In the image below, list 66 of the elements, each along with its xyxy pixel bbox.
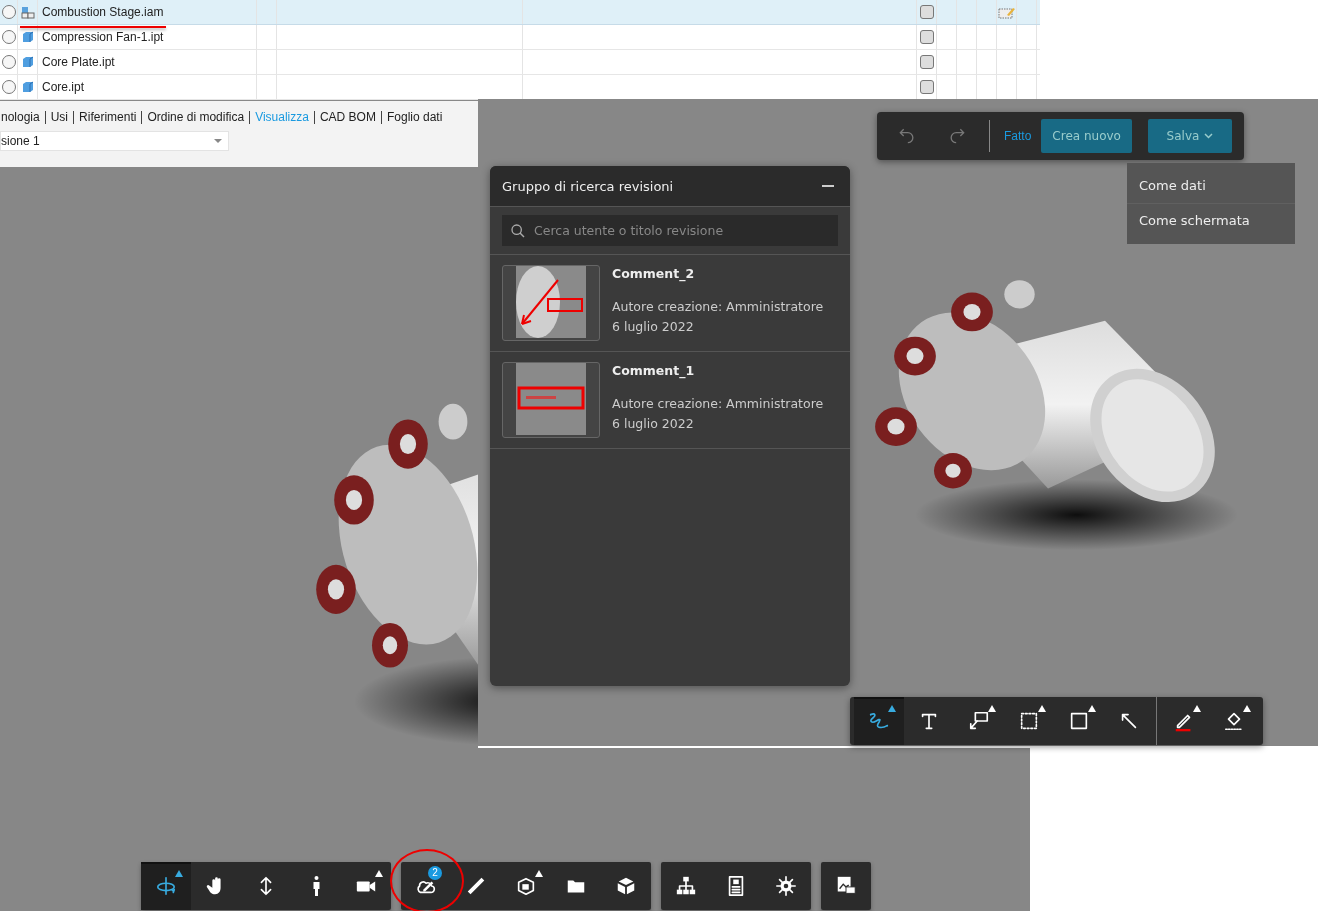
comment-title: Comment_2 <box>612 266 696 281</box>
save-button[interactable]: Salva <box>1147 119 1232 153</box>
menu-triangle-icon <box>888 704 896 712</box>
file-name[interactable]: Compression Fan-1.ipt <box>42 30 164 44</box>
comment-title: Comment_1 <box>612 363 696 378</box>
cube-icon <box>21 56 34 68</box>
comment-date: 6 luglio 2022 <box>612 416 695 431</box>
menu-triangle-icon <box>535 869 543 877</box>
radio-button[interactable] <box>1 30 16 44</box>
search-field[interactable]: Cerca utente o titolo revisione <box>502 215 838 246</box>
panel-title: Gruppo di ricerca revisioni <box>502 178 674 194</box>
menu-triangle-icon <box>988 704 996 712</box>
orbit-tool[interactable] <box>141 862 191 910</box>
menu-item[interactable]: Come schermata <box>1127 203 1295 238</box>
checkbox[interactable] <box>919 80 934 94</box>
file-row[interactable]: Compression Fan-1.ipt <box>0 25 1040 50</box>
cube-icon <box>21 81 34 93</box>
chevron-down-icon <box>1204 133 1214 139</box>
radio-button[interactable] <box>1 55 16 69</box>
file-name[interactable]: Combustion Stage.iam <box>42 5 164 19</box>
squiggle-tool[interactable] <box>854 697 904 745</box>
comment-author: Autore creazione: Amministratore <box>612 299 824 314</box>
menu-triangle-icon <box>1243 704 1251 712</box>
assembly-icon <box>20 5 35 19</box>
checkbox[interactable] <box>919 55 934 69</box>
menu-item[interactable]: Come dati <box>1127 169 1295 203</box>
comment-author: Autore creazione: Amministratore <box>612 396 824 411</box>
comment-item[interactable]: Comment_2 Autore creazione: Amministratore 6 luglio 2022 <box>490 255 850 352</box>
tab[interactable]: Riferimenti <box>74 110 142 124</box>
person-icon <box>311 875 321 897</box>
cube-icon <box>615 875 637 897</box>
file-name[interactable]: Core Plate.ipt <box>42 55 115 69</box>
file-row[interactable]: Core Plate.ipt <box>0 50 1040 75</box>
menu-triangle-icon <box>1193 704 1201 712</box>
dashed-rectangle-icon <box>1018 710 1040 732</box>
tab[interactable]: Foglio dati <box>381 110 448 124</box>
create-new-button[interactable]: Crea nuovo <box>1041 119 1132 153</box>
ruler-icon <box>465 875 487 897</box>
tab[interactable]: CAD BOM <box>314 110 381 124</box>
file-row[interactable]: Combustion Stage.iam <box>0 0 1040 25</box>
hierarchy-icon <box>675 875 697 897</box>
rectangle-icon <box>1068 710 1090 732</box>
radio-button[interactable] <box>1 5 16 19</box>
settings-icon <box>775 875 797 897</box>
file-row[interactable]: Core.ipt <box>0 75 1040 100</box>
checkbox[interactable] <box>919 5 934 19</box>
count-badge: 2 <box>428 866 442 880</box>
menu-triangle-icon <box>1038 704 1046 712</box>
menu-triangle-icon <box>375 869 383 877</box>
cube-icon <box>21 31 34 43</box>
tab[interactable]: Ordine di modifica <box>142 110 250 124</box>
version-dropdown[interactable]: sione 1 <box>0 131 229 151</box>
radio-button[interactable] <box>1 80 16 94</box>
tab[interactable]: nologia <box>0 110 45 124</box>
tab[interactable]: Usi <box>45 110 74 124</box>
callout-icon <box>968 710 990 732</box>
menu-triangle-icon <box>175 869 183 877</box>
section-box-icon <box>515 875 537 897</box>
comment-date: 6 luglio 2022 <box>612 319 695 334</box>
paint-bucket-icon <box>1223 710 1245 732</box>
menu-triangle-icon <box>1088 704 1096 712</box>
done-button[interactable]: Fatto <box>1000 129 1036 143</box>
file-name[interactable]: Core.ipt <box>42 80 85 94</box>
checkbox[interactable] <box>919 30 934 44</box>
orbit-icon <box>155 875 177 897</box>
image-printer-icon <box>835 875 857 897</box>
